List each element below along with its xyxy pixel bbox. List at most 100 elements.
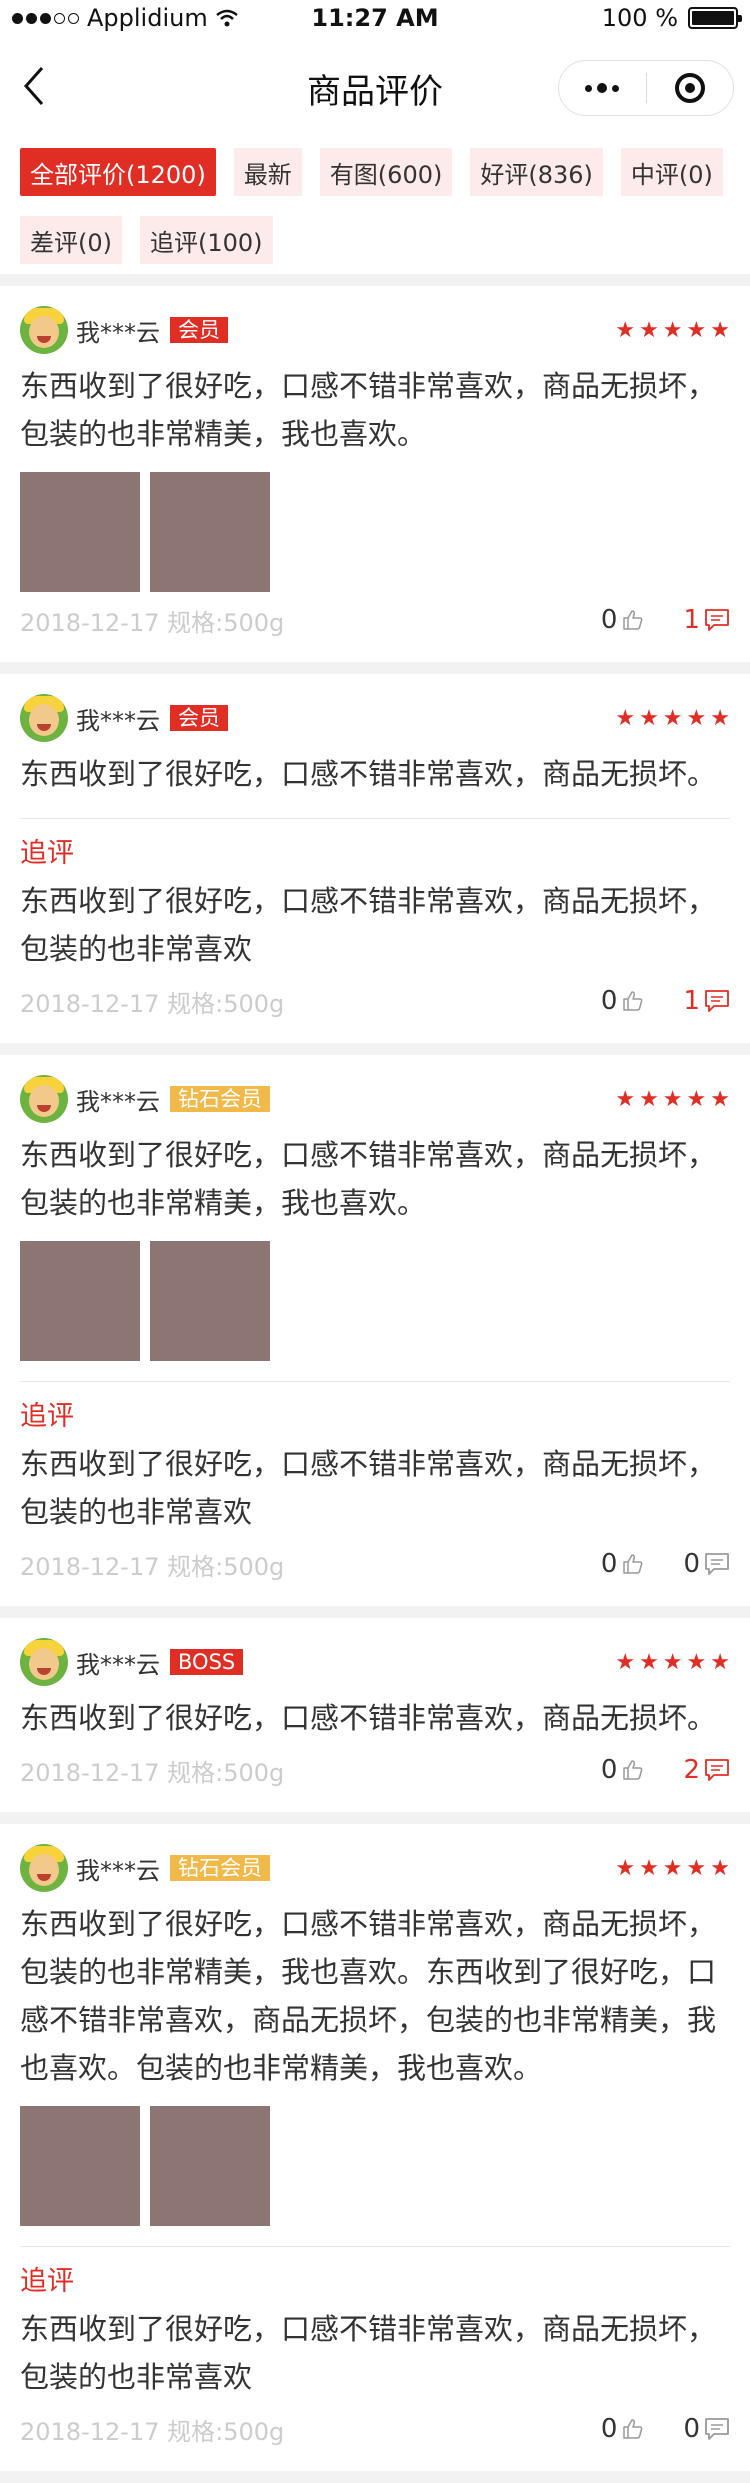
review-filter-bar: 全部评价(1200) 最新 有图(600) 好评(836) 中评(0) 差评(0) 追评(1… [0, 134, 750, 274]
filter-chip[interactable]: 追评(100) [140, 216, 273, 264]
review-card: 我***云 钻石会员 ★ ★ ★ ★ ★ 东西收到了很好吃，口感不错非常喜欢，商品无损坏，包装… [0, 1055, 750, 1606]
comment-count: 2 [683, 1755, 700, 1785]
like-count: 0 [600, 605, 618, 635]
comment-icon [704, 989, 730, 1013]
star-icon: ★ [662, 705, 683, 731]
review-actions: 00 [601, 2414, 730, 2444]
review-meta: 2018-12-17 规格:500g [20, 608, 285, 637]
follow-up-label: 追评 [20, 2266, 74, 2297]
comment-button[interactable]: 1 [683, 986, 730, 1016]
avatar[interactable] [20, 694, 68, 742]
comment-button[interactable]: 0 [683, 2414, 730, 2444]
review-photo[interactable] [20, 2106, 140, 2226]
comment-icon [704, 1552, 730, 1576]
review-header: 我***云 钻石会员 ★ ★ ★ ★ ★ [20, 1075, 730, 1123]
filter-chip[interactable]: 全部评价(1200) [20, 148, 216, 196]
review-meta: 2018-12-17 规格:500g [20, 989, 285, 1018]
like-button[interactable]: 0 [601, 605, 646, 635]
review-actions: 01 [601, 605, 730, 635]
like-count: 0 [600, 1549, 618, 1579]
comment-button[interactable]: 0 [683, 1549, 730, 1579]
review-photos [20, 2106, 730, 2226]
status-right: 100 % [601, 4, 742, 32]
comment-icon [704, 2417, 730, 2441]
star-icon: ★ [639, 705, 659, 731]
star-icon: ★ [639, 1086, 659, 1112]
review-footer: 2018-12-17 规格:500g 0 0 [20, 1542, 730, 1586]
review-photo[interactable] [150, 2106, 270, 2226]
thumbs-up-icon [621, 1758, 645, 1782]
rating-stars: ★ ★ ★ ★ ★ [615, 1856, 730, 1881]
follow-up-text: 东西收到了很好吃，口感不错非常喜欢，商品无损坏，包装的也非常喜欢 [20, 2312, 717, 2394]
like-button[interactable]: 0 [601, 1755, 646, 1785]
thumbs-up-icon [621, 1552, 645, 1576]
nav-bar: 商品评价 [0, 38, 750, 134]
rating-stars: ★ ★ ★ ★ ★ [615, 706, 730, 731]
star-icon: ★ [710, 1086, 730, 1112]
review-photo[interactable] [150, 472, 270, 592]
review-text: 东西收到了很好吃，口感不错非常喜欢，商品无损坏，包装的也非常精美，我也喜欢。 [20, 1138, 717, 1220]
star-icon: ★ [615, 1086, 636, 1112]
avatar[interactable] [20, 1638, 68, 1686]
star-icon: ★ [686, 705, 707, 731]
review-meta: 2018-12-17 规格:500g [20, 1758, 285, 1787]
comment-button[interactable]: 1 [683, 605, 730, 635]
review-card: 我***云 会员 ★ ★ ★ ★ ★ 东西收到了很好吃，口感不错非常喜欢，商品无损坏，包装的也… [0, 286, 750, 662]
filter-chip[interactable]: 中评(0) [620, 148, 723, 196]
more-button[interactable] [559, 61, 646, 115]
like-button[interactable]: 0 [601, 1549, 646, 1579]
review-photo[interactable] [20, 1241, 140, 1361]
battery-icon [688, 7, 742, 29]
user-name: 我***云 [76, 1650, 160, 1679]
review-footer: 2018-12-17 规格:500g 0 1 [20, 979, 730, 1023]
review-photo[interactable] [20, 472, 140, 592]
close-mini-program-button[interactable] [647, 61, 734, 115]
follow-up-section: 追评东西收到了很好吃，口感不错非常喜欢，商品无损坏，包装的也非常喜欢 [20, 2246, 730, 2401]
filter-chip[interactable]: 好评(836) [470, 148, 603, 196]
review-photo[interactable] [150, 1241, 270, 1361]
review-photos [20, 472, 730, 592]
avatar[interactable] [20, 1075, 68, 1123]
filter-chip[interactable]: 差评(0) [20, 216, 122, 264]
star-icon: ★ [662, 1649, 683, 1675]
star-icon: ★ [662, 1855, 683, 1881]
comment-button[interactable]: 2 [683, 1755, 730, 1785]
like-button[interactable]: 0 [601, 986, 646, 1016]
battery-percent: 100 % [601, 4, 678, 32]
review-header: 我***云 会员 ★ ★ ★ ★ ★ [20, 306, 730, 354]
target-icon [674, 73, 705, 103]
member-badge: 钻石会员 [170, 1855, 270, 1881]
review-text: 东西收到了很好吃，口感不错非常喜欢，商品无损坏，包装的也非常精美，我也喜欢。东西… [20, 1907, 717, 2085]
like-count: 0 [600, 1755, 618, 1785]
star-icon: ★ [710, 1855, 730, 1881]
star-icon: ★ [686, 1649, 707, 1675]
star-icon: ★ [686, 1086, 707, 1112]
thumbs-up-icon [621, 989, 645, 1013]
star-icon: ★ [615, 1855, 636, 1881]
filter-chip[interactable]: 有图(600) [319, 148, 453, 196]
filter-chip[interactable]: 最新 [233, 148, 302, 196]
review-card: 我***云 BOSS ★ ★ ★ ★ ★ 东西收到了很好吃，口感不错非常喜欢，商品无损坏。 20… [0, 1618, 750, 1812]
user-name: 我***云 [76, 1087, 160, 1116]
member-badge: 会员 [170, 317, 228, 343]
comment-count: 0 [683, 2414, 700, 2444]
member-badge: 会员 [170, 705, 228, 731]
follow-up-section: 追评 东西收到了很好吃，口感不错非常喜欢，商品无损坏，包装的也非常喜欢 [20, 1381, 730, 1536]
avatar[interactable] [20, 306, 68, 354]
comment-count: 0 [683, 1549, 700, 1579]
review-actions: 00 [601, 1549, 730, 1579]
review-meta: 2018-12-17 规格:500g [20, 2417, 285, 2446]
like-count: 0 [600, 2414, 618, 2444]
review-footer: 2018-12-17 规格:500g 0 0 [20, 2407, 730, 2451]
review-text: 东西收到了很好吃，口感不错非常喜欢，商品无损坏，包装的也非常精美，我也喜欢。 [20, 369, 717, 451]
avatar[interactable] [20, 1844, 68, 1892]
rating-stars: ★ ★ ★ ★ ★ [615, 318, 730, 343]
star-icon: ★ [615, 705, 636, 731]
review-actions: 01 [601, 986, 730, 1016]
follow-up-label: 追评 [20, 1401, 74, 1432]
review-header: 我***云 会员 ★ ★ ★ ★ ★ [20, 694, 730, 742]
like-button[interactable]: 0 [601, 2414, 646, 2444]
comment-icon [704, 608, 730, 632]
star-icon: ★ [615, 1649, 636, 1675]
mini-program-capsule [558, 60, 734, 116]
